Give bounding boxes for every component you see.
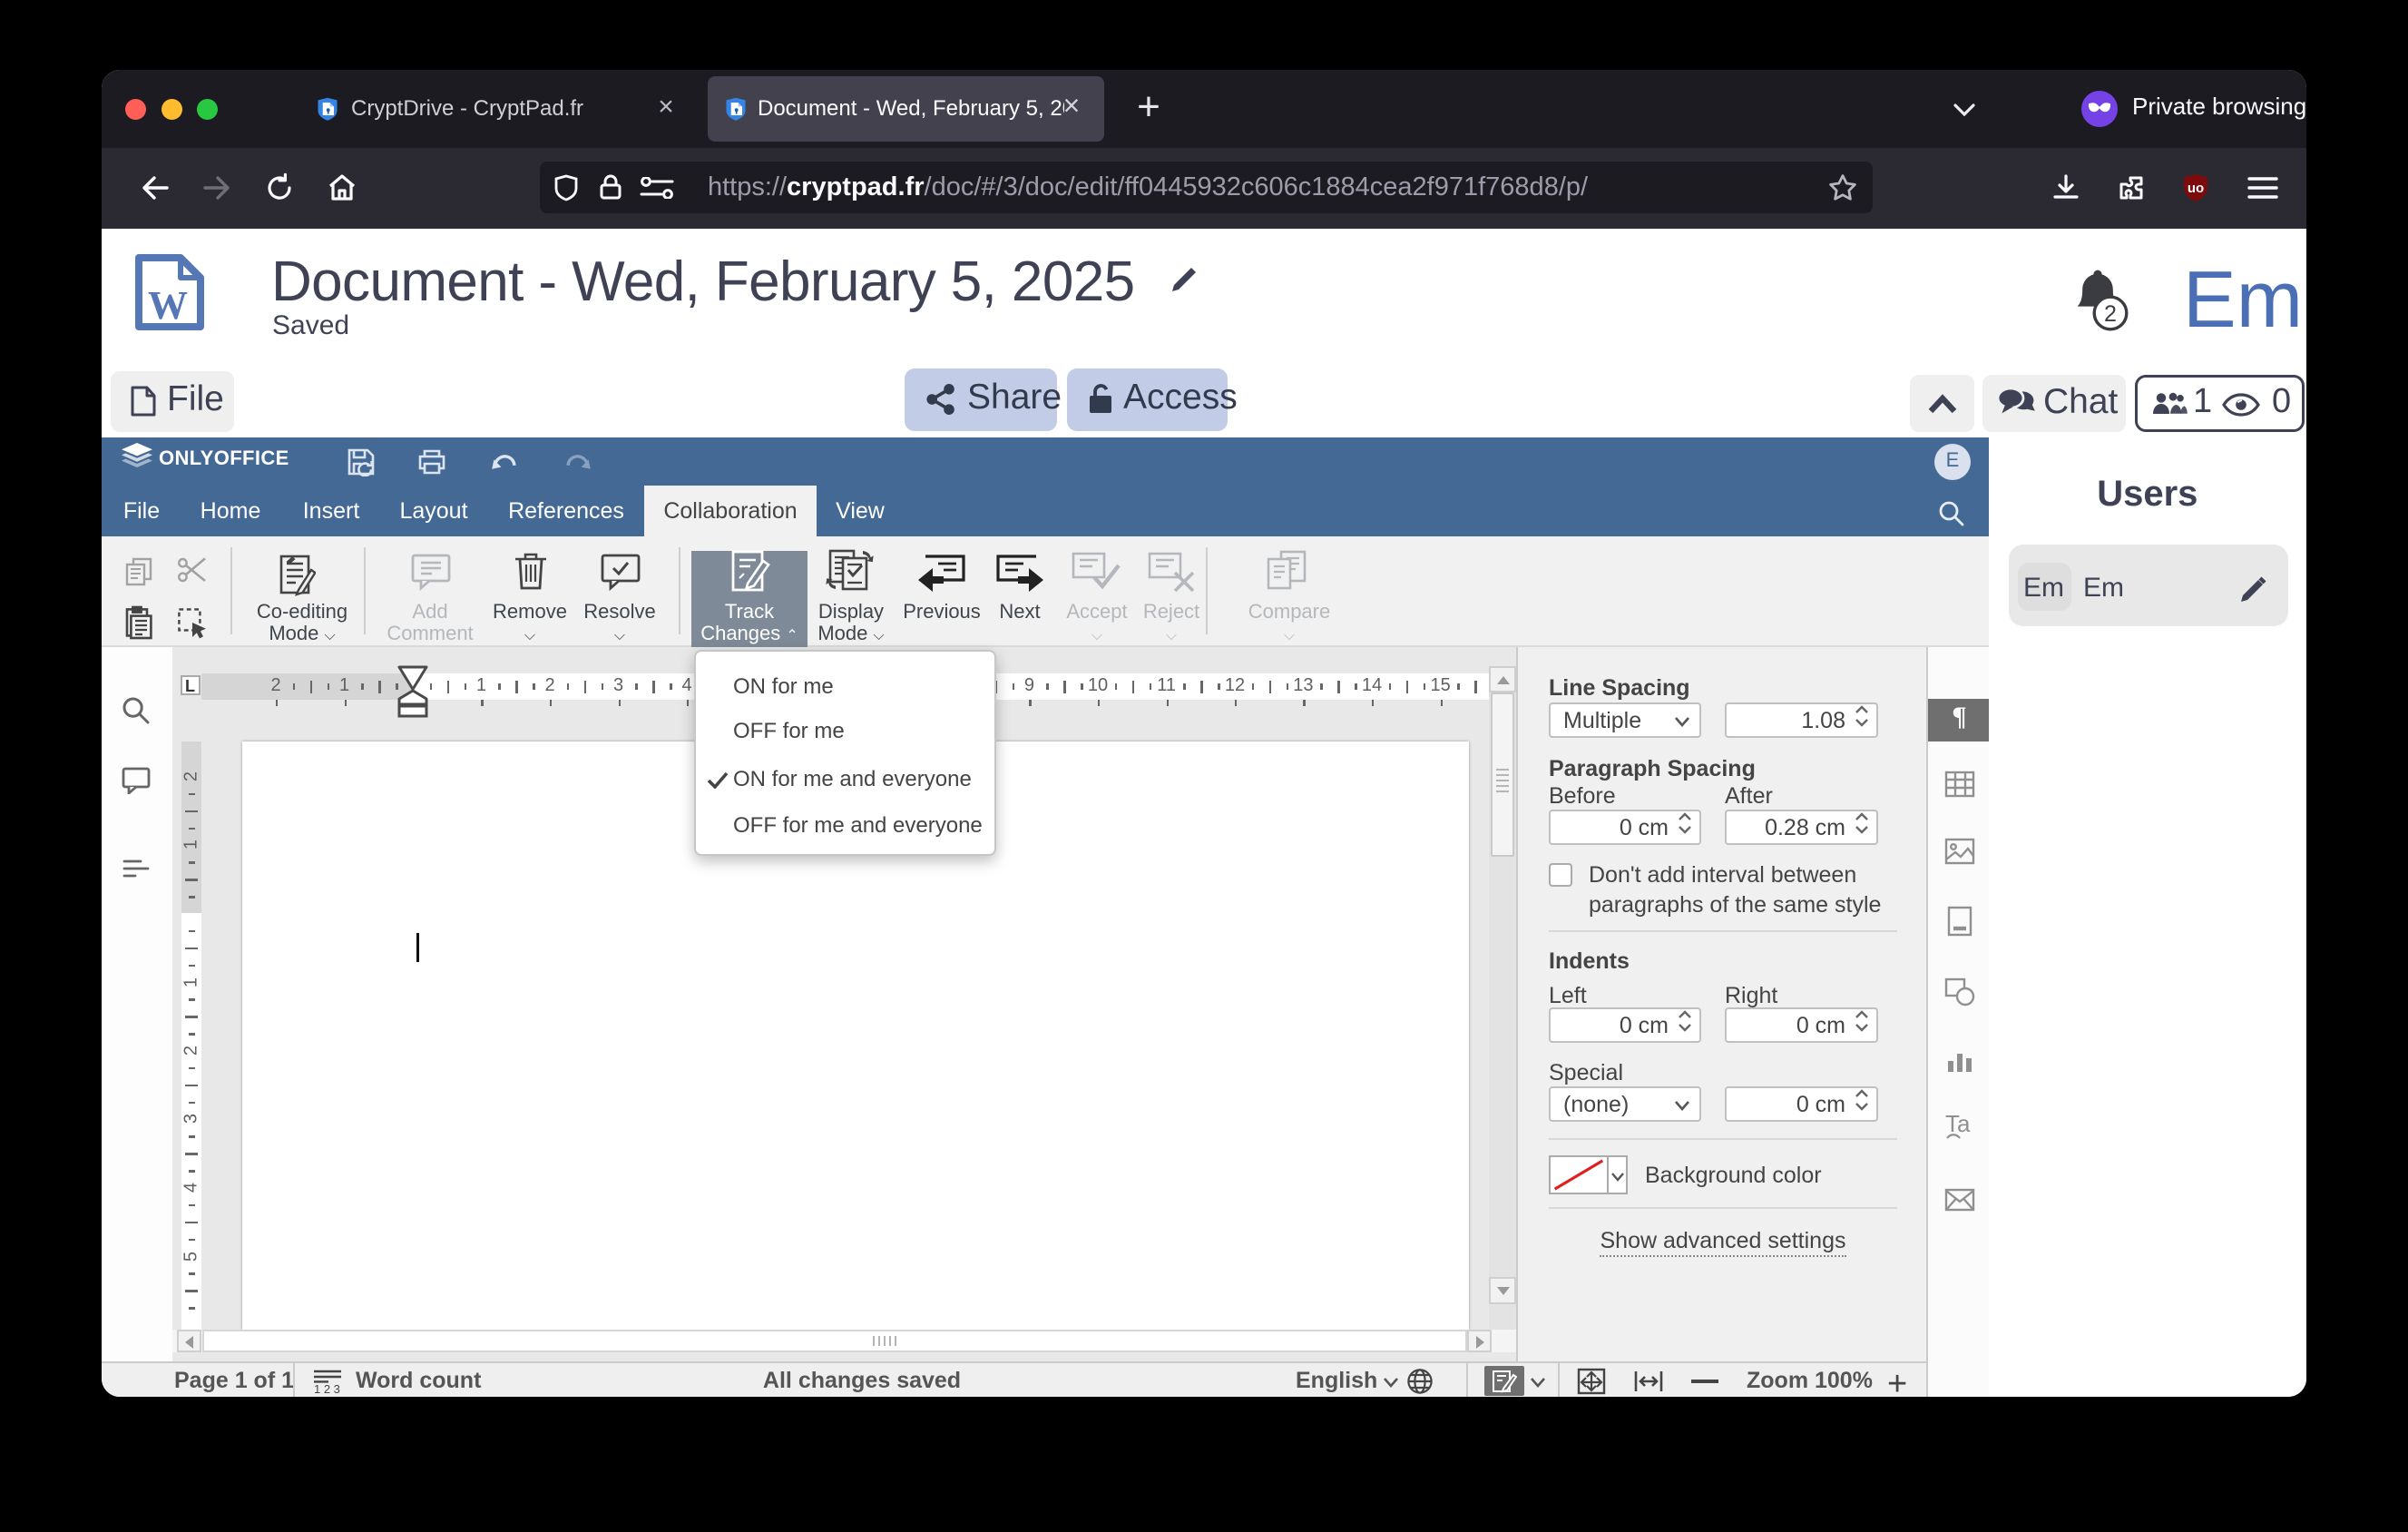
svg-text:1 2 3: 1 2 3 <box>314 1382 340 1394</box>
svg-text:2: 2 <box>2104 301 2117 327</box>
svg-text:uo: uo <box>2188 181 2204 196</box>
svg-text:Ta: Ta <box>1945 1110 1971 1137</box>
svg-text:W: W <box>148 283 188 328</box>
